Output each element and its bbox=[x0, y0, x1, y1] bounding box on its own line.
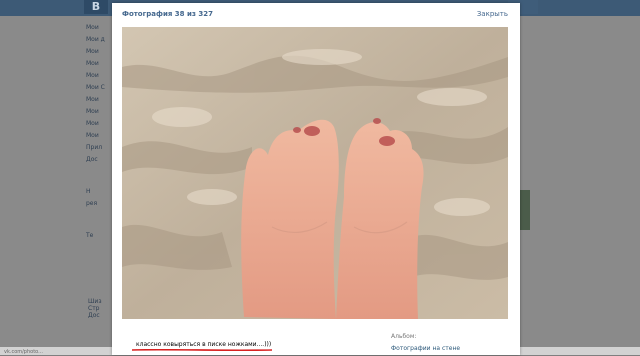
left-menu: Мои Мои д Мои Мои Мои Мои С Мои Мои Мои … bbox=[86, 22, 112, 242]
menu-item[interactable]: Мои bbox=[86, 70, 112, 82]
album-info: Альбом: Фотографии на стене bbox=[391, 333, 460, 352]
menu-item[interactable]: Мои bbox=[86, 118, 112, 130]
beach-feet-photo bbox=[122, 27, 508, 319]
menu-item[interactable]: Мои bbox=[86, 130, 112, 142]
status-text: vk.com/photo... bbox=[4, 349, 43, 355]
photo-viewer: Фотография 38 из 327 Закрыть классно ков… bbox=[112, 3, 520, 355]
side-text[interactable]: Стр bbox=[88, 305, 114, 312]
photo-counter-title: Фотография 38 из 327 bbox=[122, 10, 213, 18]
side-text[interactable]: Шиз bbox=[88, 298, 114, 305]
menu-item[interactable]: Мои bbox=[86, 94, 112, 106]
close-button[interactable]: Закрыть bbox=[477, 10, 508, 18]
side-text[interactable]: Дос bbox=[88, 312, 114, 319]
photo-image[interactable] bbox=[122, 27, 508, 319]
side-text: Те bbox=[86, 232, 94, 239]
album-link[interactable]: Фотографии на стене bbox=[391, 345, 460, 352]
photo-caption: классно ковыряться в писке ножками....))… bbox=[136, 341, 272, 348]
menu-item[interactable]: Мои bbox=[86, 22, 112, 34]
menu-item[interactable]: Мои bbox=[86, 58, 112, 70]
left-bottom-links: Шиз Стр Дос bbox=[88, 298, 114, 319]
caption-red-underline bbox=[132, 349, 272, 351]
menu-item[interactable]: Мои bbox=[86, 106, 112, 118]
album-label: Альбом: bbox=[391, 333, 417, 340]
side-text: рея bbox=[86, 200, 98, 207]
menu-item[interactable]: Мои д bbox=[86, 34, 112, 46]
side-text: Н bbox=[86, 188, 91, 195]
menu-item[interactable]: Мои С bbox=[86, 82, 112, 94]
right-sidebar-thumb bbox=[520, 190, 530, 230]
menu-item[interactable]: Прил bbox=[86, 142, 112, 154]
menu-item[interactable]: Дос bbox=[86, 154, 112, 166]
site-logo[interactable]: В bbox=[84, 0, 108, 14]
menu-item[interactable]: Мои bbox=[86, 46, 112, 58]
